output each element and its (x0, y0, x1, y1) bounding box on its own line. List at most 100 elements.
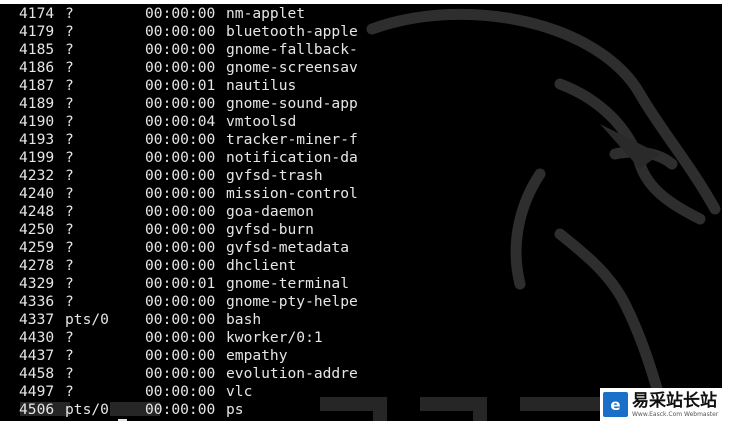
screenshot: { "terminal": { "colors": { "background"… (0, 0, 734, 421)
process-row: 4174? 00:00:00 nm-applet (0, 5, 722, 23)
process-tty: ? (65, 5, 74, 22)
scrollbar[interactable] (722, 4, 734, 421)
process-row: 4190? 00:00:04 vmtoolsd (0, 113, 722, 131)
svg-text:e: e (610, 396, 620, 414)
process-pid: 4278 (19, 257, 55, 274)
process-pid: 4232 (19, 167, 55, 184)
process-command: gnome-sound-app (226, 95, 358, 112)
process-command: gvfsd-trash (226, 167, 323, 184)
process-tty: ? (65, 185, 74, 202)
process-command: gnome-pty-helpe (226, 293, 358, 310)
process-time: 00:00:00 (145, 401, 216, 418)
process-pid: 4506 (19, 401, 55, 418)
process-time: 00:00:00 (145, 293, 216, 310)
process-tty: ? (65, 77, 74, 94)
process-command: evolution-addre (226, 365, 358, 382)
process-tty: ? (65, 149, 74, 166)
process-pid: 4336 (19, 293, 55, 310)
process-row: 4179? 00:00:00 bluetooth-apple (0, 23, 722, 41)
process-pid: 4193 (19, 131, 55, 148)
process-pid: 4337 (19, 311, 55, 328)
process-tty: ? (65, 113, 74, 130)
process-command: nautilus (226, 77, 297, 94)
process-row: 4430? 00:00:00 kworker/0:1 (0, 329, 722, 347)
process-row: 4186? 00:00:00 gnome-screensav (0, 59, 722, 77)
process-row: 4336? 00:00:00 gnome-pty-helpe (0, 293, 722, 311)
process-command: gvfsd-burn (226, 221, 314, 238)
process-pid: 4430 (19, 329, 55, 346)
process-row: 4437? 00:00:00 empathy (0, 347, 722, 365)
process-row: 4259? 00:00:00 gvfsd-metadata (0, 239, 722, 257)
process-time: 00:00:04 (145, 113, 216, 130)
process-pid: 4187 (19, 77, 55, 94)
process-command: goa-daemon (226, 203, 314, 220)
process-time: 00:00:00 (145, 329, 216, 346)
process-tty: ? (65, 221, 74, 238)
process-time: 00:00:00 (145, 347, 216, 364)
watermark-subtitle: Www.Easck.Com Webmaster (632, 410, 719, 418)
terminal-window[interactable]: 4174? 00:00:00 nm-applet 4179? 00:00:00 bluet… (0, 4, 722, 421)
process-command: bash (226, 311, 262, 328)
process-pid: 4240 (19, 185, 55, 202)
process-row: 4329? 00:00:01 gnome-terminal (0, 275, 722, 293)
process-tty: ? (65, 293, 74, 310)
process-command: kworker/0:1 (226, 329, 323, 346)
process-pid: 4185 (19, 41, 55, 58)
process-tty: ? (65, 95, 74, 112)
yiicai-logo-icon: e (603, 392, 628, 417)
process-pid: 4174 (19, 5, 55, 22)
process-tty: pts/0 (65, 311, 109, 328)
watermark: e 易采站长站 Www.Easck.Com Webmaster (600, 388, 734, 421)
process-tty: ? (65, 275, 74, 292)
process-pid: 4189 (19, 95, 55, 112)
process-tty: ? (65, 239, 74, 256)
process-time: 00:00:00 (145, 221, 216, 238)
process-command: empathy (226, 347, 288, 364)
process-pid: 4199 (19, 149, 55, 166)
process-time: 00:00:00 (145, 167, 216, 184)
process-time: 00:00:00 (145, 239, 216, 256)
text-cursor (118, 403, 127, 421)
process-command: gnome-terminal (226, 275, 350, 292)
process-time: 00:00:00 (145, 383, 216, 400)
process-pid: 4437 (19, 347, 55, 364)
process-tty: ? (65, 131, 74, 148)
process-tty: ? (65, 167, 74, 184)
process-pid: 4329 (19, 275, 55, 292)
process-tty: ? (65, 41, 74, 58)
process-time: 00:00:00 (145, 95, 216, 112)
process-tty: ? (65, 329, 74, 346)
process-time: 00:00:01 (145, 77, 216, 94)
process-command: dhclient (226, 257, 297, 274)
process-row: 4232? 00:00:00 gvfsd-trash (0, 167, 722, 185)
process-row: 4187? 00:00:01 nautilus (0, 77, 722, 95)
process-tty: ? (65, 257, 74, 274)
process-row: 4278? 00:00:00 dhclient (0, 257, 722, 275)
process-command: ps (226, 401, 244, 418)
process-command: mission-control (226, 185, 358, 202)
process-row: 4189? 00:00:00 gnome-sound-app (0, 95, 722, 113)
process-row: 4250? 00:00:00 gvfsd-burn (0, 221, 722, 239)
process-row: 4240? 00:00:00 mission-control (0, 185, 722, 203)
process-pid: 4186 (19, 59, 55, 76)
process-time: 00:00:00 (145, 41, 216, 58)
process-pid: 4458 (19, 365, 55, 382)
process-time: 00:00:00 (145, 311, 216, 328)
process-tty: ? (65, 365, 74, 382)
process-row: 4193? 00:00:00 tracker-miner-f (0, 131, 722, 149)
ps-output: 4174? 00:00:00 nm-applet 4179? 00:00:00 bluet… (0, 5, 722, 419)
process-time: 00:00:00 (145, 59, 216, 76)
process-time: 00:00:00 (145, 149, 216, 166)
process-command: tracker-miner-f (226, 131, 358, 148)
process-tty: pts/0 (65, 401, 109, 418)
process-tty: ? (65, 347, 74, 364)
process-command: bluetooth-apple (226, 23, 358, 40)
process-pid: 4190 (19, 113, 55, 130)
process-pid: 4259 (19, 239, 55, 256)
process-row: 4458? 00:00:00 evolution-addre (0, 365, 722, 383)
process-pid: 4497 (19, 383, 55, 400)
process-pid: 4248 (19, 203, 55, 220)
process-time: 00:00:00 (145, 365, 216, 382)
process-time: 00:00:00 (145, 5, 216, 22)
process-command: gnome-fallback- (226, 41, 358, 58)
